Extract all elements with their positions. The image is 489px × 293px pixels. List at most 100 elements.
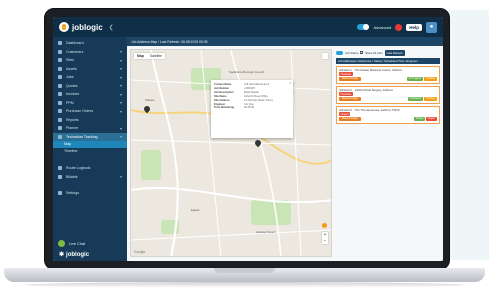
status-badge: Urgent [339, 112, 351, 116]
top-bar: joblogic ❮ Advanced Help ● [53, 17, 443, 37]
sidebar-item-route-logbook[interactable]: Route Logbook [53, 164, 127, 173]
sidebar-item-label: Sites [66, 58, 74, 63]
app-screen: joblogic ❮ Advanced Help ● Dashboard Cus… [53, 17, 443, 261]
sidebar-item-sites[interactable]: Sites ▾ [53, 56, 127, 65]
joblogic-logo-icon: ✱ [59, 252, 65, 258]
advanced-toggle[interactable] [357, 24, 370, 30]
status-chip[interactable]: In Progress [406, 77, 424, 81]
filter-bar: Job Status Show All Jobs Last Refresh [336, 49, 440, 56]
chevron-down-icon: ▾ [119, 49, 122, 55]
chevron-down-icon: ▾ [119, 91, 122, 97]
refresh-button[interactable]: Last Refresh [384, 49, 405, 56]
popup-row: Time Remaining 00:45:00 [214, 106, 290, 110]
job-info-popup: × Contact Name Jeff Hart Maintenance Job … [211, 80, 293, 138]
resend-button[interactable]: Resend Assign [339, 77, 361, 81]
job-site: The Thomas House, Ashford, TW15 [354, 108, 400, 112]
help-button[interactable]: Help [406, 23, 422, 31]
status-chip[interactable]: Accept [413, 117, 426, 121]
avatar[interactable]: ● [426, 21, 437, 33]
chat-icon [58, 240, 65, 247]
chevron-down-icon: ▾ [119, 100, 122, 106]
route-icon [58, 166, 62, 171]
planner-icon [58, 126, 62, 131]
sidebar-item-ppm[interactable]: PPM ▾ [53, 99, 127, 108]
fullscreen-icon[interactable] [322, 53, 328, 59]
main-content: Job Address Map / Last Refresh: 06:08:20… [127, 37, 443, 261]
chevron-down-icon: ▾ [119, 108, 122, 114]
sidebar-item-dashboard[interactable]: Dashboard [53, 39, 127, 48]
sidebar-item-label: Jobs [66, 75, 74, 80]
close-icon[interactable]: × [289, 81, 291, 85]
people-icon [58, 49, 62, 54]
chevron-down-icon: ▾ [119, 57, 122, 63]
tab-map[interactable]: Map [134, 53, 147, 59]
job-site: Ashford Park Surgery, Ashford [354, 88, 393, 92]
laptop-notch [214, 268, 275, 273]
tab-satellite[interactable]: Satellite [147, 53, 165, 59]
chevron-down-icon: ▾ [119, 83, 122, 89]
sidebar-item-label: Invoices [66, 92, 80, 97]
sidebar-item-purchase-orders[interactable]: Purchase Orders ▾ [53, 107, 127, 116]
toggle-label: Advanced [373, 24, 392, 30]
list-item[interactable]: Jeff Hart 2 Ashford Park Surgery, Ashford… [336, 86, 440, 104]
show-all-label: Show All Jobs [365, 50, 383, 55]
sidebar-item-label: Assets [66, 66, 77, 71]
page-title: Job Address Map / Last Refresh: 06:08:20… [127, 37, 443, 46]
invoice-icon [58, 92, 62, 97]
sidebar-item-customers[interactable]: Customers ▾ [53, 48, 127, 57]
show-all-checkbox[interactable] [360, 51, 364, 54]
chevron-left-icon[interactable]: ❮ [109, 24, 114, 31]
sidebar-item-label: Map [64, 142, 71, 147]
sidebar-item-technician-tracking[interactable]: Technician Tracking ▾ [53, 132, 127, 141]
sidebar-item-billable[interactable]: Billable ▾ [53, 173, 127, 182]
sidebar-item-planner[interactable]: Planner ▾ [53, 124, 127, 133]
status-toggle[interactable] [336, 50, 343, 55]
cart-icon [58, 109, 62, 114]
calendar-icon [58, 100, 62, 105]
zoom-out-button[interactable]: − [322, 238, 328, 244]
resend-button[interactable]: Resend Assign [339, 97, 361, 101]
laptop-lid: joblogic ❮ Advanced Help ● Dashboard Cus… [44, 8, 450, 270]
sidebar-item-jobs[interactable]: Jobs ▾ [53, 73, 127, 82]
sidebar-item-label: Technician Tracking [66, 134, 98, 139]
chart-icon [58, 117, 62, 122]
sidebar-item-invoices[interactable]: Invoices ▾ [53, 90, 127, 99]
list-item[interactable]: Jeff Hart 1 The Rowan Business Centre, As… [336, 66, 440, 84]
map-view[interactable]: Map Satellite Spelthorne Borough Council… [130, 49, 332, 257]
status-chip[interactable]: Pending [424, 97, 437, 101]
status-chip[interactable]: Reject [426, 117, 437, 121]
notification-icon[interactable] [395, 23, 403, 31]
live-chat-button[interactable]: Live Chat [58, 240, 85, 247]
street-view-icon[interactable] [322, 223, 327, 228]
footer-brand: joblogic [66, 251, 90, 258]
chevron-down-icon: ▾ [119, 125, 122, 131]
background-panel [448, 10, 489, 260]
sidebar-item-reports[interactable]: Reports [53, 116, 127, 125]
status-chip[interactable]: Completed [407, 97, 424, 101]
chevron-down-icon: ▾ [119, 74, 122, 80]
dashboard-icon [58, 41, 62, 46]
sidebar-item-label: Quotes [66, 83, 78, 88]
brand-name: joblogic [72, 22, 103, 32]
job-site: The Rowan Business Centre, Ashford [354, 68, 402, 72]
sidebar-item-quotes[interactable]: Quotes ▾ [53, 82, 127, 91]
building-icon [58, 58, 62, 63]
list-item[interactable]: Jeff Hart 3 The Thomas House, Ashford, TW… [336, 106, 440, 124]
sidebar-item-label: Planner [66, 126, 79, 131]
sidebar-item-label: Reports [66, 117, 79, 122]
sidebar-item-label: Settings [66, 191, 79, 196]
resend-button[interactable]: Resend Assign [339, 117, 361, 121]
live-chat-label: Live Chat [69, 241, 86, 246]
status-chip[interactable]: Pending [424, 77, 437, 81]
chevron-down-icon: ▾ [119, 134, 122, 140]
map-label: Laleham Reach [256, 230, 276, 234]
sidebar-item-label: Customers [66, 49, 84, 54]
sidebar-item-assets[interactable]: Assets ▾ [53, 65, 127, 74]
sidebar-item-settings[interactable]: Settings [53, 189, 127, 198]
quote-icon [58, 83, 62, 88]
status-badge: Overdue [339, 92, 353, 96]
brand-logo[interactable]: joblogic [59, 22, 103, 32]
map-icon [58, 134, 62, 139]
